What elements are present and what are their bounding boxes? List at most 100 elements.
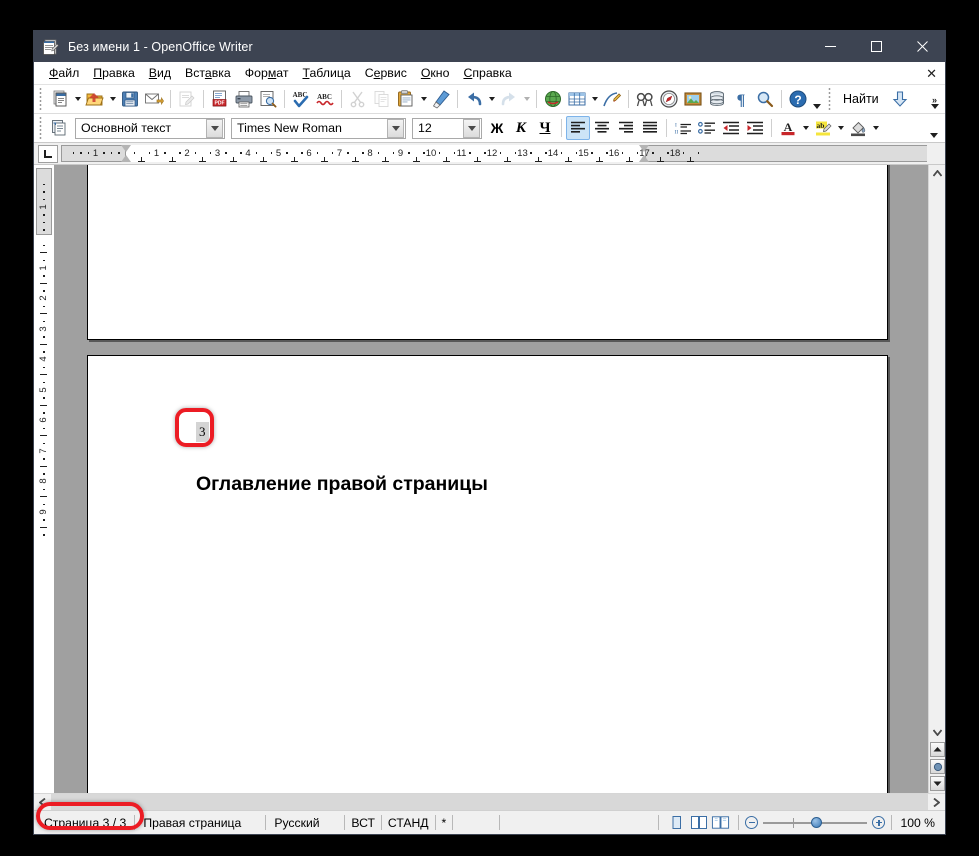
decrease-indent-icon[interactable]	[719, 116, 743, 140]
align-left-icon[interactable]	[566, 116, 590, 140]
font-name-combo[interactable]: Times New Roman	[231, 117, 406, 139]
redo-dropdown[interactable]	[521, 87, 532, 111]
vertical-scroll-track[interactable]	[929, 182, 945, 724]
document-page-2[interactable]	[87, 165, 888, 340]
highlight-color-dropdown[interactable]	[835, 116, 846, 140]
paragraph-style-combo[interactable]: Основной текст	[75, 117, 225, 139]
gallery-icon[interactable]	[681, 87, 705, 111]
new-document-dropdown[interactable]	[72, 87, 83, 111]
single-page-view-icon[interactable]	[667, 814, 686, 831]
scroll-down-button[interactable]	[929, 724, 945, 741]
show-draw-functions-icon[interactable]	[600, 87, 624, 111]
find-toolbar-overflow[interactable]: »	[928, 86, 941, 112]
close-document-icon[interactable]: ✕	[926, 67, 937, 80]
maximize-button[interactable]	[853, 31, 899, 62]
arrow-down-icon[interactable]	[888, 87, 912, 111]
underline-button[interactable]: Ч	[533, 116, 557, 140]
font-name-dropdown-button[interactable]	[387, 118, 404, 138]
background-color-dropdown[interactable]	[870, 116, 881, 140]
horizontal-scrollbar[interactable]	[34, 793, 945, 810]
scroll-up-button[interactable]	[929, 165, 945, 182]
align-justify-icon[interactable]	[638, 116, 662, 140]
status-language[interactable]: Русский	[266, 811, 344, 835]
next-page-button[interactable]	[930, 776, 945, 791]
numbered-list-icon[interactable]: I II	[671, 116, 695, 140]
clone-formatting-icon[interactable]	[429, 87, 453, 111]
zoom-in-icon[interactable]	[872, 816, 886, 829]
status-modified[interactable]: *	[436, 811, 453, 835]
book-view-icon[interactable]	[711, 814, 730, 831]
menu-item-file[interactable]: Файл	[42, 64, 86, 82]
redo-icon[interactable]	[497, 87, 521, 111]
document-canvas[interactable]: 3 Оглавление правой страницы	[54, 165, 928, 793]
navigation-target-button[interactable]	[930, 759, 945, 774]
increase-indent-icon[interactable]	[743, 116, 767, 140]
horizontal-scroll-track[interactable]	[51, 794, 928, 810]
paragraph-style-dropdown-button[interactable]	[206, 118, 223, 138]
open-document-icon[interactable]	[83, 87, 107, 111]
font-size-combo[interactable]: 12	[412, 117, 482, 139]
help-icon[interactable]: ?	[786, 87, 810, 111]
menu-item-table[interactable]: Таблица	[295, 64, 357, 82]
menu-item-format[interactable]: Формат	[238, 64, 296, 82]
copy-icon[interactable]	[370, 87, 394, 111]
find-replace-icon[interactable]	[633, 87, 657, 111]
status-signature[interactable]	[453, 811, 499, 835]
navigator-icon[interactable]	[657, 87, 681, 111]
zoom-slider[interactable]	[739, 816, 891, 829]
font-color-dropdown[interactable]	[800, 116, 811, 140]
scroll-left-button[interactable]	[34, 794, 51, 811]
export-pdf-icon[interactable]: PDF	[208, 87, 232, 111]
menu-item-window[interactable]: Окно	[414, 64, 457, 82]
formatting-marks-icon[interactable]: ¶	[729, 87, 753, 111]
paste-dropdown[interactable]	[418, 87, 429, 111]
zoom-icon[interactable]	[753, 87, 777, 111]
autospellcheck-icon[interactable]: ABC	[313, 87, 337, 111]
align-right-icon[interactable]	[614, 116, 638, 140]
formatting-toolbar-overflow[interactable]	[927, 115, 940, 141]
formatting-toolbar-grip[interactable]	[37, 117, 46, 139]
right-margin-zone[interactable]	[644, 145, 927, 162]
menu-item-tools[interactable]: Сервис	[358, 64, 414, 82]
apply-style-icon[interactable]	[48, 116, 72, 140]
font-color-icon[interactable]: A	[776, 116, 800, 140]
align-center-icon[interactable]	[590, 116, 614, 140]
zoom-slider-knob[interactable]	[811, 816, 823, 828]
find-toolbar-grip[interactable]	[826, 88, 835, 110]
insert-table-dropdown[interactable]	[589, 87, 600, 111]
scroll-right-button[interactable]	[928, 794, 945, 811]
toolbar-grip[interactable]	[37, 88, 46, 110]
print-preview-icon[interactable]	[256, 87, 280, 111]
edit-file-icon[interactable]	[175, 87, 199, 111]
document-page-3[interactable]: 3 Оглавление правой страницы	[87, 355, 888, 793]
bullet-list-icon[interactable]	[695, 116, 719, 140]
data-sources-icon[interactable]	[705, 87, 729, 111]
two-page-view-icon[interactable]	[689, 814, 708, 831]
email-document-icon[interactable]	[142, 87, 166, 111]
undo-icon[interactable]	[462, 87, 486, 111]
page-heading[interactable]: Оглавление правой страницы	[196, 473, 488, 496]
status-page-style[interactable]: Правая страница	[135, 811, 265, 835]
spellcheck-icon[interactable]: ABC	[289, 87, 313, 111]
cut-icon[interactable]	[346, 87, 370, 111]
paste-icon[interactable]	[394, 87, 418, 111]
bold-button[interactable]: Ж	[485, 116, 509, 140]
menu-item-edit[interactable]: Правка	[86, 64, 142, 82]
italic-button[interactable]: К	[509, 116, 533, 140]
zoom-slider-track[interactable]	[763, 816, 868, 828]
menu-item-view[interactable]: Вид	[142, 64, 178, 82]
vertical-scrollbar[interactable]	[928, 165, 945, 793]
horizontal-ruler[interactable]: 1 1 2 3 4 5 6 7 8 9 10 11 12 13 14 15 16 17 18	[61, 145, 927, 162]
new-document-icon[interactable]	[48, 87, 72, 111]
zoom-level-label[interactable]: 100 %	[892, 816, 945, 830]
close-button[interactable]	[899, 31, 945, 62]
insert-table-icon[interactable]	[565, 87, 589, 111]
status-selection-mode[interactable]: СТАНД	[382, 811, 435, 835]
page-number-field[interactable]: 3	[196, 422, 209, 442]
zoom-out-icon[interactable]	[745, 816, 759, 829]
menu-item-insert[interactable]: Вставка	[178, 64, 238, 82]
highlight-color-icon[interactable]: ab	[811, 116, 835, 140]
background-color-icon[interactable]	[846, 116, 870, 140]
tab-left-icon[interactable]	[38, 144, 58, 163]
hyperlink-icon[interactable]	[541, 87, 565, 111]
